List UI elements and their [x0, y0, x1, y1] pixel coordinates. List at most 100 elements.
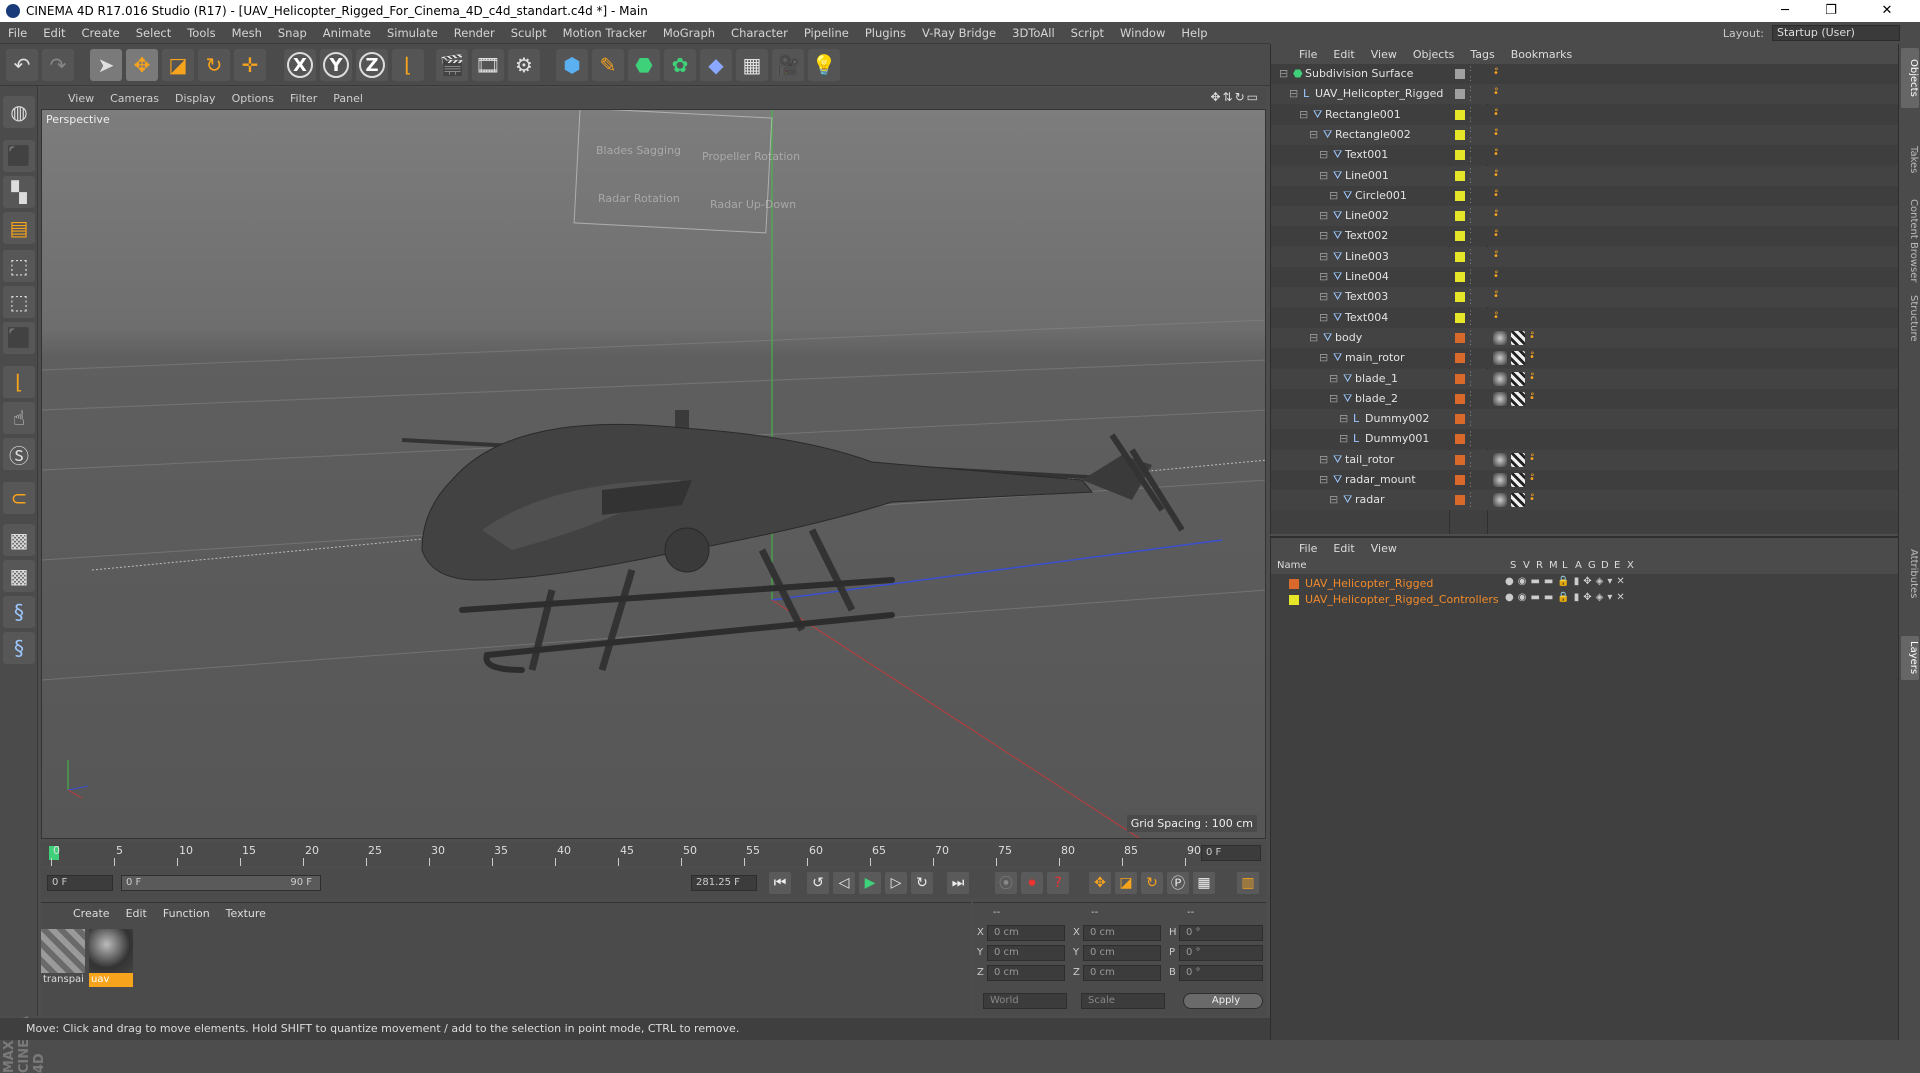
- material-menu-function[interactable]: Function: [155, 907, 218, 920]
- subdivision-icon[interactable]: ⬣: [628, 49, 660, 81]
- menu-mesh[interactable]: Mesh: [224, 26, 270, 40]
- object-row[interactable]: ⊟ ⛛ main_rotor:: •̊: [1271, 348, 1899, 369]
- menu-window[interactable]: Window: [1112, 26, 1173, 40]
- material-uav[interactable]: uav: [89, 929, 133, 987]
- hud-radar-up-down[interactable]: Radar Up-Down: [710, 198, 796, 211]
- layer-name[interactable]: UAV_Helicopter_Rigged_Controllers: [1305, 593, 1499, 606]
- expand-toggle-icon[interactable]: ⊟: [1329, 389, 1338, 409]
- coordinate-system-icon[interactable]: ⌊: [392, 49, 424, 81]
- side-tab-content-browser[interactable]: Content Browser: [1901, 194, 1919, 288]
- axis-mode-icon[interactable]: ⌊: [3, 366, 35, 398]
- object-row[interactable]: ⊟ ⛛ Text003:: •̊: [1271, 287, 1899, 308]
- side-tab-takes[interactable]: Takes: [1901, 132, 1919, 188]
- coord-rotation-field[interactable]: 0 °: [1179, 925, 1263, 941]
- key-scale-icon[interactable]: ◪: [1115, 872, 1137, 894]
- visibility-dots-icon[interactable]: ::: [1469, 450, 1472, 470]
- apply-button[interactable]: Apply: [1183, 993, 1263, 1009]
- xpresso-tag-icon[interactable]: •̊: [1493, 226, 1499, 246]
- menu-script[interactable]: Script: [1063, 26, 1112, 40]
- layer-color-swatch[interactable]: [1455, 69, 1465, 79]
- coord-position-field[interactable]: 0 cm: [987, 945, 1065, 961]
- expand-toggle-icon[interactable]: ⊟: [1319, 287, 1328, 307]
- object-row[interactable]: ⊟ ⛛ Text002:: •̊: [1271, 226, 1899, 247]
- expand-toggle-icon[interactable]: ⊟: [1289, 84, 1298, 104]
- workplane-icon[interactable]: ▤: [3, 212, 35, 244]
- layer-color-swatch[interactable]: [1455, 190, 1465, 201]
- expand-toggle-icon[interactable]: ⊟: [1319, 450, 1328, 470]
- object-row[interactable]: ⊟ ⛛ Text004:: •̊: [1271, 307, 1899, 328]
- goto-start-icon[interactable]: ⏮: [769, 872, 791, 894]
- menu-3dtoall[interactable]: 3DToAll: [1004, 26, 1063, 40]
- object-row[interactable]: ⊟ ⛛ Circle001:: •̊: [1271, 185, 1899, 206]
- menu-edit[interactable]: Edit: [35, 26, 73, 40]
- object-menu-tags[interactable]: Tags: [1462, 48, 1502, 61]
- record-keys-icon[interactable]: ⏺: [1021, 872, 1043, 894]
- layer-color-swatch[interactable]: [1455, 312, 1465, 323]
- layer-column-v[interactable]: V: [1523, 560, 1530, 571]
- material-transparent[interactable]: transpai: [41, 929, 85, 987]
- timeline-end-field[interactable]: 0 F: [1201, 845, 1261, 861]
- xpresso-tag-icon[interactable]: •̊: [1493, 125, 1499, 145]
- visibility-dots-icon[interactable]: ::: [1469, 186, 1472, 206]
- coord-position-field[interactable]: 0 cm: [987, 925, 1065, 941]
- texture-tag-icon[interactable]: [1511, 452, 1525, 467]
- xpresso-tag-icon[interactable]: •̊: [1529, 389, 1535, 409]
- viewport-menu-filter[interactable]: Filter: [282, 92, 325, 105]
- xpresso-tag-icon[interactable]: •̊: [1493, 64, 1499, 84]
- xpresso-tag-icon[interactable]: •̊: [1529, 450, 1535, 470]
- layer-column-s[interactable]: S: [1510, 560, 1516, 571]
- layer-column-m[interactable]: M: [1549, 560, 1558, 571]
- object-row[interactable]: ⊟ ⬣ Subdivision Surface:: •̊: [1271, 64, 1899, 84]
- object-row[interactable]: ⊟ ⛛ blade_1:: •̊: [1271, 368, 1899, 389]
- pen-spline-icon[interactable]: ✎: [592, 49, 624, 81]
- side-tab-objects[interactable]: Objects: [1901, 48, 1919, 108]
- layer-color-swatch[interactable]: [1455, 495, 1465, 506]
- layer-color-swatch[interactable]: [1455, 211, 1465, 222]
- snap-icon[interactable]: Ⓢ: [3, 438, 35, 470]
- layer-column-e[interactable]: E: [1614, 560, 1620, 571]
- coord-size-field[interactable]: 0 cm: [1083, 945, 1161, 961]
- layer-color-swatch[interactable]: [1455, 454, 1465, 465]
- layer-column-d[interactable]: D: [1601, 560, 1609, 571]
- expand-toggle-icon[interactable]: ⊟: [1319, 247, 1328, 267]
- material-menu-texture[interactable]: Texture: [218, 907, 274, 920]
- side-tab-attributes[interactable]: Attributes: [1901, 534, 1919, 614]
- texture-tag-icon[interactable]: [1511, 371, 1525, 386]
- object-row[interactable]: ⊟ ⛛ Line004:: •̊: [1271, 267, 1899, 287]
- expand-toggle-icon[interactable]: ⊟: [1309, 328, 1318, 348]
- make-editable-icon[interactable]: ◍: [3, 96, 35, 128]
- move-icon[interactable]: ✥: [126, 49, 158, 81]
- edges-mode-icon[interactable]: ⬚: [3, 286, 35, 318]
- visibility-dots-icon[interactable]: ::: [1469, 328, 1472, 348]
- coord-size-field[interactable]: 0 cm: [1083, 965, 1161, 981]
- hud-propeller-rotation[interactable]: Propeller Rotation: [702, 150, 800, 163]
- coord-position-field[interactable]: 0 cm: [987, 965, 1065, 981]
- layer-color-swatch[interactable]: [1455, 150, 1465, 161]
- menu-pipeline[interactable]: Pipeline: [796, 26, 857, 40]
- layer-color-swatch[interactable]: [1289, 595, 1299, 605]
- layer-color-swatch[interactable]: [1455, 129, 1465, 140]
- expand-toggle-icon[interactable]: ⊟: [1319, 470, 1328, 490]
- texture-tag-icon[interactable]: [1511, 330, 1525, 345]
- visibility-dots-icon[interactable]: ::: [1469, 206, 1472, 226]
- prev-frame-icon[interactable]: ◁: [833, 872, 855, 894]
- render-picture-viewer-icon[interactable]: 🎞: [472, 49, 504, 81]
- menu-select[interactable]: Select: [128, 26, 179, 40]
- menu-animate[interactable]: Animate: [315, 26, 379, 40]
- polygons-mode-icon[interactable]: ⬛: [3, 322, 35, 354]
- object-menu-edit[interactable]: Edit: [1325, 48, 1362, 61]
- controllers-hud[interactable]: [573, 110, 773, 234]
- layer-column-r[interactable]: R: [1536, 560, 1543, 571]
- xpresso-tag-icon[interactable]: •̊: [1493, 287, 1499, 307]
- minimize-button[interactable]: ─: [1762, 0, 1808, 22]
- visibility-dots-icon[interactable]: ::: [1469, 470, 1472, 490]
- texture-tag-icon[interactable]: [1511, 493, 1525, 508]
- object-row[interactable]: ⊟ ⛛ Rectangle001:: •̊: [1271, 104, 1899, 125]
- hud-radar-rotation[interactable]: Radar Rotation: [598, 192, 680, 205]
- layer-column-g[interactable]: G: [1588, 560, 1596, 571]
- maximize-button[interactable]: ❐: [1808, 0, 1854, 22]
- object-menu-bookmarks[interactable]: Bookmarks: [1503, 48, 1580, 61]
- visibility-dots-icon[interactable]: ::: [1469, 287, 1472, 307]
- layer-color-swatch[interactable]: [1455, 353, 1465, 364]
- coord-size-field[interactable]: 0 cm: [1083, 925, 1161, 941]
